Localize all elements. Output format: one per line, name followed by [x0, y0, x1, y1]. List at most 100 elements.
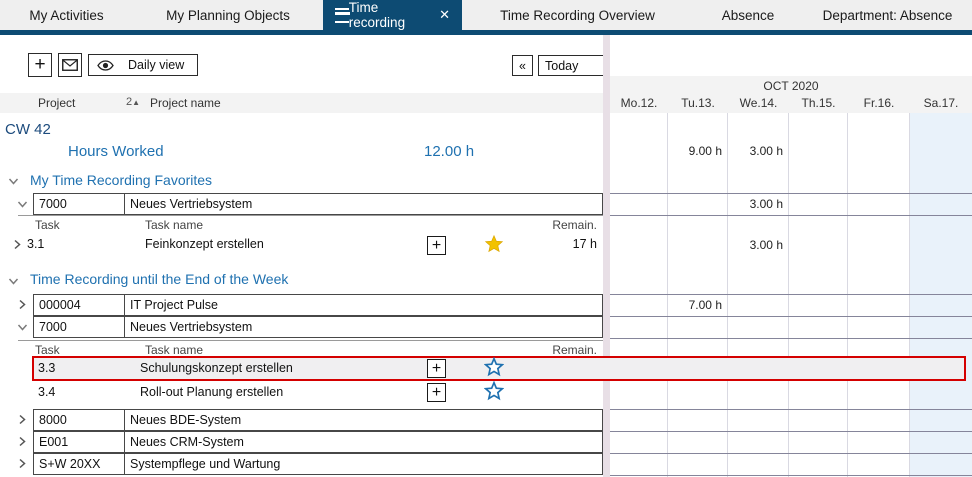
expand-task-icon[interactable]	[12, 239, 22, 250]
view-mode-label: Daily view	[128, 58, 184, 72]
task-name-column-header: Task name	[145, 218, 203, 232]
today-button[interactable]: Today	[538, 55, 608, 76]
column-header-project[interactable]: Project	[38, 96, 75, 110]
task-header-line	[18, 340, 603, 341]
favorite-star-icon-outline[interactable]	[484, 357, 504, 377]
collapse-row-icon[interactable]	[17, 199, 28, 209]
day-header-mo: Mo.12.	[610, 95, 668, 111]
previous-week-button[interactable]: «	[512, 55, 533, 76]
project-id-cell[interactable]: S+W 20XX	[33, 453, 125, 475]
close-tab-icon[interactable]: ✕	[439, 7, 450, 23]
tab-label: Time Recording Overview	[500, 8, 655, 23]
add-time-entry-button[interactable]: +	[28, 53, 52, 77]
project-name-cell[interactable]: Neues BDE-System	[124, 409, 603, 431]
project-hours-cell-we[interactable]: 3.00 h	[728, 194, 786, 214]
expand-row-icon[interactable]	[17, 436, 27, 447]
expand-row-icon[interactable]	[17, 458, 27, 469]
calendar-week-label: CW 42	[5, 121, 51, 138]
column-header-project-name[interactable]: Project name	[150, 96, 221, 110]
task-id[interactable]: 3.3	[38, 361, 55, 375]
task-name-column-header: Task name	[145, 343, 203, 357]
grid-row-line	[610, 475, 972, 476]
project-name-cell[interactable]: IT Project Pulse	[124, 294, 603, 316]
task-column-header: Task	[35, 218, 60, 232]
expand-row-icon[interactable]	[17, 299, 27, 310]
favorite-star-icon-outline[interactable]	[484, 381, 504, 401]
collapse-section-icon[interactable]	[8, 276, 19, 286]
day-header-fr: Fr.16.	[848, 95, 910, 111]
tab-absence[interactable]: Absence	[693, 0, 803, 30]
remain-column-header: Remain.	[540, 218, 597, 232]
project-name-cell[interactable]: Neues CRM-System	[124, 431, 603, 453]
tab-label: Absence	[722, 8, 775, 23]
section-title-favorites[interactable]: My Time Recording Favorites	[30, 172, 212, 188]
time-recording-app: My Activities My Planning Objects Time r…	[0, 0, 972, 477]
add-hours-button[interactable]: +	[427, 359, 446, 378]
grid-row-line	[610, 338, 972, 339]
table-column-header	[0, 93, 603, 113]
tab-label: Time recording	[349, 0, 431, 30]
project-name-cell[interactable]: Systempflege und Wartung	[124, 453, 603, 475]
day-total-cell-tu[interactable]: 9.00 h	[668, 141, 725, 161]
day-header-tu: Tu.13.	[668, 95, 728, 111]
task-hours-cell-we[interactable]: 3.00 h	[728, 235, 786, 255]
task-id[interactable]: 3.1	[27, 237, 44, 251]
favorite-star-icon-filled[interactable]	[484, 234, 504, 254]
task-name[interactable]: Feinkonzept erstellen	[145, 237, 264, 251]
view-mode-selector[interactable]: Daily view	[88, 54, 198, 76]
grid-column-line	[909, 113, 910, 477]
send-message-button[interactable]	[58, 53, 82, 77]
tab-my-planning-objects[interactable]: My Planning Objects	[133, 0, 323, 30]
grid-row-line	[610, 316, 972, 317]
sort-indicator[interactable]: 2▲	[126, 96, 140, 108]
grid-column-line	[727, 113, 728, 477]
project-id-cell[interactable]: 7000	[33, 193, 125, 215]
project-id-cell[interactable]: E001	[33, 431, 125, 453]
section-title-until-eow[interactable]: Time Recording until the End of the Week	[30, 271, 288, 287]
add-hours-button[interactable]: +	[427, 236, 446, 255]
tab-label: My Planning Objects	[166, 8, 290, 23]
tab-label: My Activities	[29, 8, 103, 23]
collapse-section-icon[interactable]	[8, 176, 19, 186]
tab-department-absence[interactable]: Department: Absence	[803, 0, 972, 30]
project-id-cell[interactable]: 7000	[33, 316, 125, 338]
project-name-cell[interactable]: Neues Vertriebsystem	[124, 316, 603, 338]
expand-row-icon[interactable]	[17, 414, 27, 425]
sort-asc-icon: ▲	[132, 98, 140, 107]
collapse-row-icon[interactable]	[17, 322, 28, 332]
tab-time-recording[interactable]: Time recording ✕	[323, 0, 462, 30]
grid-row-line	[610, 193, 972, 194]
project-hours-cell-tu[interactable]: 7.00 h	[668, 295, 725, 315]
day-header-sa: Sa.17.	[910, 95, 972, 111]
eye-icon	[97, 60, 114, 71]
task-name[interactable]: Roll-out Planung erstellen	[140, 385, 283, 399]
task-id[interactable]: 3.4	[38, 385, 55, 399]
panel-splitter[interactable]	[603, 35, 610, 477]
grid-row-line	[610, 431, 972, 432]
tab-my-activities[interactable]: My Activities	[0, 0, 133, 30]
tab-time-recording-overview[interactable]: Time Recording Overview	[462, 0, 693, 30]
plus-icon: +	[432, 360, 441, 378]
project-id-cell[interactable]: 000004	[33, 294, 125, 316]
task-column-header: Task	[35, 343, 60, 357]
plus-icon: +	[432, 384, 441, 402]
weekend-column-background	[910, 113, 972, 477]
grid-row-line	[610, 294, 972, 295]
project-name-cell[interactable]: Neues Vertriebsystem	[124, 193, 603, 215]
remain-column-header: Remain.	[540, 343, 597, 357]
hours-worked-label: Hours Worked	[68, 143, 164, 160]
hamburger-menu-icon[interactable]	[335, 8, 349, 23]
project-id-cell[interactable]: 8000	[33, 409, 125, 431]
plus-icon: +	[34, 55, 45, 74]
add-hours-button[interactable]: +	[427, 383, 446, 402]
day-total-cell-we[interactable]: 3.00 h	[728, 141, 786, 161]
envelope-icon	[62, 59, 78, 71]
day-header-we: We.14.	[728, 95, 789, 111]
grid-row-line	[610, 453, 972, 454]
grid-row-line	[610, 215, 972, 216]
tab-bar-accent-line	[0, 30, 972, 35]
grid-row-line	[610, 409, 972, 410]
plus-icon: +	[432, 237, 441, 255]
task-name[interactable]: Schulungskonzept erstellen	[140, 361, 293, 375]
tab-label: Department: Absence	[823, 8, 953, 23]
